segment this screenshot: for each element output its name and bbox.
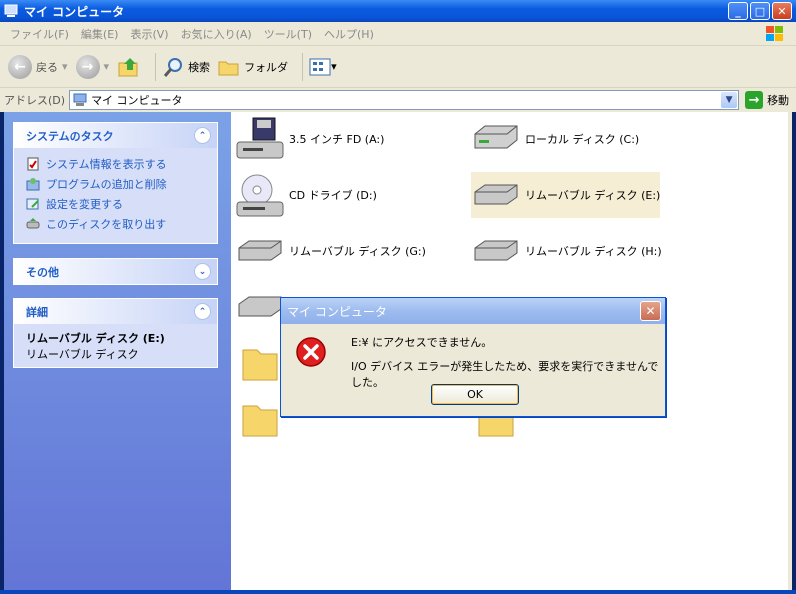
address-bar: アドレス(D) マイ コンピュータ ▼ → 移動 [0, 88, 796, 112]
collapse-chevron-icon[interactable]: ⌃ [194, 127, 211, 144]
task-eject-disk[interactable]: このディスクを取り出す [26, 214, 205, 234]
go-button[interactable]: → 移動 [745, 91, 789, 109]
system-info-icon [27, 157, 39, 171]
system-tasks-header[interactable]: システムのタスク ⌃ [14, 123, 217, 148]
drive-g[interactable]: リムーバブル ディスク (G:) [235, 228, 426, 274]
menu-help[interactable]: ヘルプ(H) [318, 26, 380, 42]
details-panel: 詳細 ⌃ リムーバブル ディスク (E:) リムーバブル ディスク [13, 298, 218, 368]
drive-label: ローカル ディスク (C:) [525, 133, 640, 146]
menu-view[interactable]: 表示(V) [124, 26, 174, 42]
chevron-down-icon: ▾ [331, 60, 337, 73]
folder-icon [218, 61, 239, 75]
forward-arrow-icon: → [75, 54, 100, 79]
computer-icon [73, 93, 87, 106]
task-view-system-info[interactable]: システム情報を表示する [26, 154, 205, 174]
removable-disk-icon [238, 240, 282, 261]
toolbar-separator [302, 52, 304, 81]
search-label: 検索 [188, 60, 211, 74]
ok-button[interactable]: OK [431, 384, 519, 405]
dialog-close-button[interactable]: ✕ [640, 301, 661, 321]
menu-tools[interactable]: ツール(T) [258, 26, 318, 42]
up-folder-button[interactable] [117, 55, 141, 79]
other-places-title: その他 [26, 265, 59, 279]
chevron-down-icon: ▾ [103, 60, 110, 73]
add-remove-programs-icon [26, 178, 40, 191]
views-icon [309, 58, 331, 75]
drive-label: 3.5 インチ FD (A:) [289, 133, 385, 146]
expand-chevron-icon[interactable]: ⌄ [194, 263, 211, 280]
system-tasks-title: システムのタスク [26, 129, 114, 143]
folders-button[interactable]: フォルダ [218, 57, 288, 77]
views-button[interactable]: ▾ [309, 57, 337, 77]
control-panel-icon [26, 198, 39, 210]
menu-favorites[interactable]: お気に入り(A) [175, 26, 258, 42]
toolbar-separator [155, 52, 157, 81]
menu-file[interactable]: ファイル(F) [4, 26, 75, 42]
floppy-drive-icon [236, 117, 284, 159]
drive-label: CD ドライブ (D:) [289, 189, 377, 202]
drive-label: リムーバブル ディスク (H:) [525, 245, 662, 258]
windows-logo-icon [764, 25, 786, 43]
folders-label: フォルダ [244, 60, 289, 74]
eject-disk-icon [26, 218, 40, 229]
forward-button[interactable]: → ▾ [75, 54, 110, 79]
task-pane: システムのタスク ⌃ システム情報を表示する プログラムの追加と削除 設定を変更… [4, 112, 231, 590]
details-item-type: リムーバブル ディスク [26, 348, 139, 361]
task-label: 設定を変更する [46, 198, 123, 211]
system-tasks-panel: システムのタスク ⌃ システム情報を表示する プログラムの追加と削除 設定を変更… [13, 122, 218, 244]
content-edge [788, 112, 792, 590]
go-label: 移動 [767, 94, 790, 107]
drive-label: リムーバブル ディスク (G:) [289, 245, 426, 258]
task-label: システム情報を表示する [46, 158, 167, 171]
chevron-down-icon: ▾ [62, 60, 68, 73]
menu-bar: ファイル(F) 編集(E) 表示(V) お気に入り(A) ツール(T) ヘルプ(… [0, 22, 796, 46]
drive-h[interactable]: リムーバブル ディスク (H:) [471, 228, 662, 274]
details-header[interactable]: 詳細 ⌃ [14, 299, 217, 324]
other-places-header[interactable]: その他 ⌄ [14, 259, 217, 284]
back-label: 戻る [36, 60, 58, 74]
dialog-title-bar[interactable]: マイ コンピュータ ✕ [281, 298, 665, 324]
search-button[interactable]: 検索 [162, 56, 210, 78]
title-bar[interactable]: マイ コンピュータ _ □ ✕ [0, 0, 796, 22]
computer-icon [4, 4, 18, 18]
task-label: このディスクを取り出す [46, 218, 167, 231]
menu-edit[interactable]: 編集(E) [75, 26, 125, 42]
details-item-name: リムーバブル ディスク (E:) [26, 332, 165, 345]
error-message-primary: E:¥ にアクセスできません。 [351, 336, 493, 349]
other-places-panel: その他 ⌄ [13, 258, 218, 285]
error-dialog: マイ コンピュータ ✕ E:¥ にアクセスできません。 I/O デバイス エラー… [280, 297, 666, 417]
error-icon [296, 337, 326, 367]
cd-drive-icon [236, 174, 284, 217]
window-title: マイ コンピュータ [24, 4, 125, 19]
removable-disk-icon [474, 184, 518, 205]
task-label: プログラムの追加と削除 [46, 178, 167, 191]
dialog-title: マイ コンピュータ [287, 304, 387, 319]
address-input[interactable]: マイ コンピュータ ▼ [69, 90, 740, 110]
go-arrow-icon: → [745, 91, 764, 109]
drive-d[interactable]: CD ドライブ (D:) [235, 172, 377, 218]
address-label: アドレス(D) [4, 94, 66, 107]
removable-disk-icon [474, 240, 518, 261]
removable-disk-icon [238, 296, 282, 317]
address-value: マイ コンピュータ [91, 94, 183, 107]
task-add-remove-programs[interactable]: プログラムの追加と削除 [26, 174, 205, 194]
back-arrow-icon: ← [8, 54, 32, 79]
address-dropdown-button[interactable]: ▼ [721, 92, 738, 108]
window-bottom-border [0, 590, 796, 594]
maximize-button[interactable]: □ [750, 2, 770, 20]
drive-a[interactable]: 3.5 インチ FD (A:) [235, 116, 384, 162]
up-folder-icon [118, 57, 138, 76]
drive-label: リムーバブル ディスク (E:) [525, 189, 661, 202]
drive-e[interactable]: リムーバブル ディスク (E:) [471, 172, 661, 218]
toolbar: ← 戻る ▾ → ▾ 検索 フォルダ ▾ [0, 46, 796, 88]
task-change-settings[interactable]: 設定を変更する [26, 194, 205, 214]
hard-disk-icon [474, 125, 518, 149]
minimize-button[interactable]: _ [728, 2, 748, 20]
close-button[interactable]: ✕ [772, 2, 792, 20]
search-icon [163, 57, 183, 77]
collapse-chevron-icon[interactable]: ⌃ [194, 303, 211, 320]
details-title: 詳細 [26, 305, 48, 319]
drive-c[interactable]: ローカル ディスク (C:) [471, 116, 639, 162]
back-button[interactable]: ← 戻る ▾ [8, 54, 68, 79]
